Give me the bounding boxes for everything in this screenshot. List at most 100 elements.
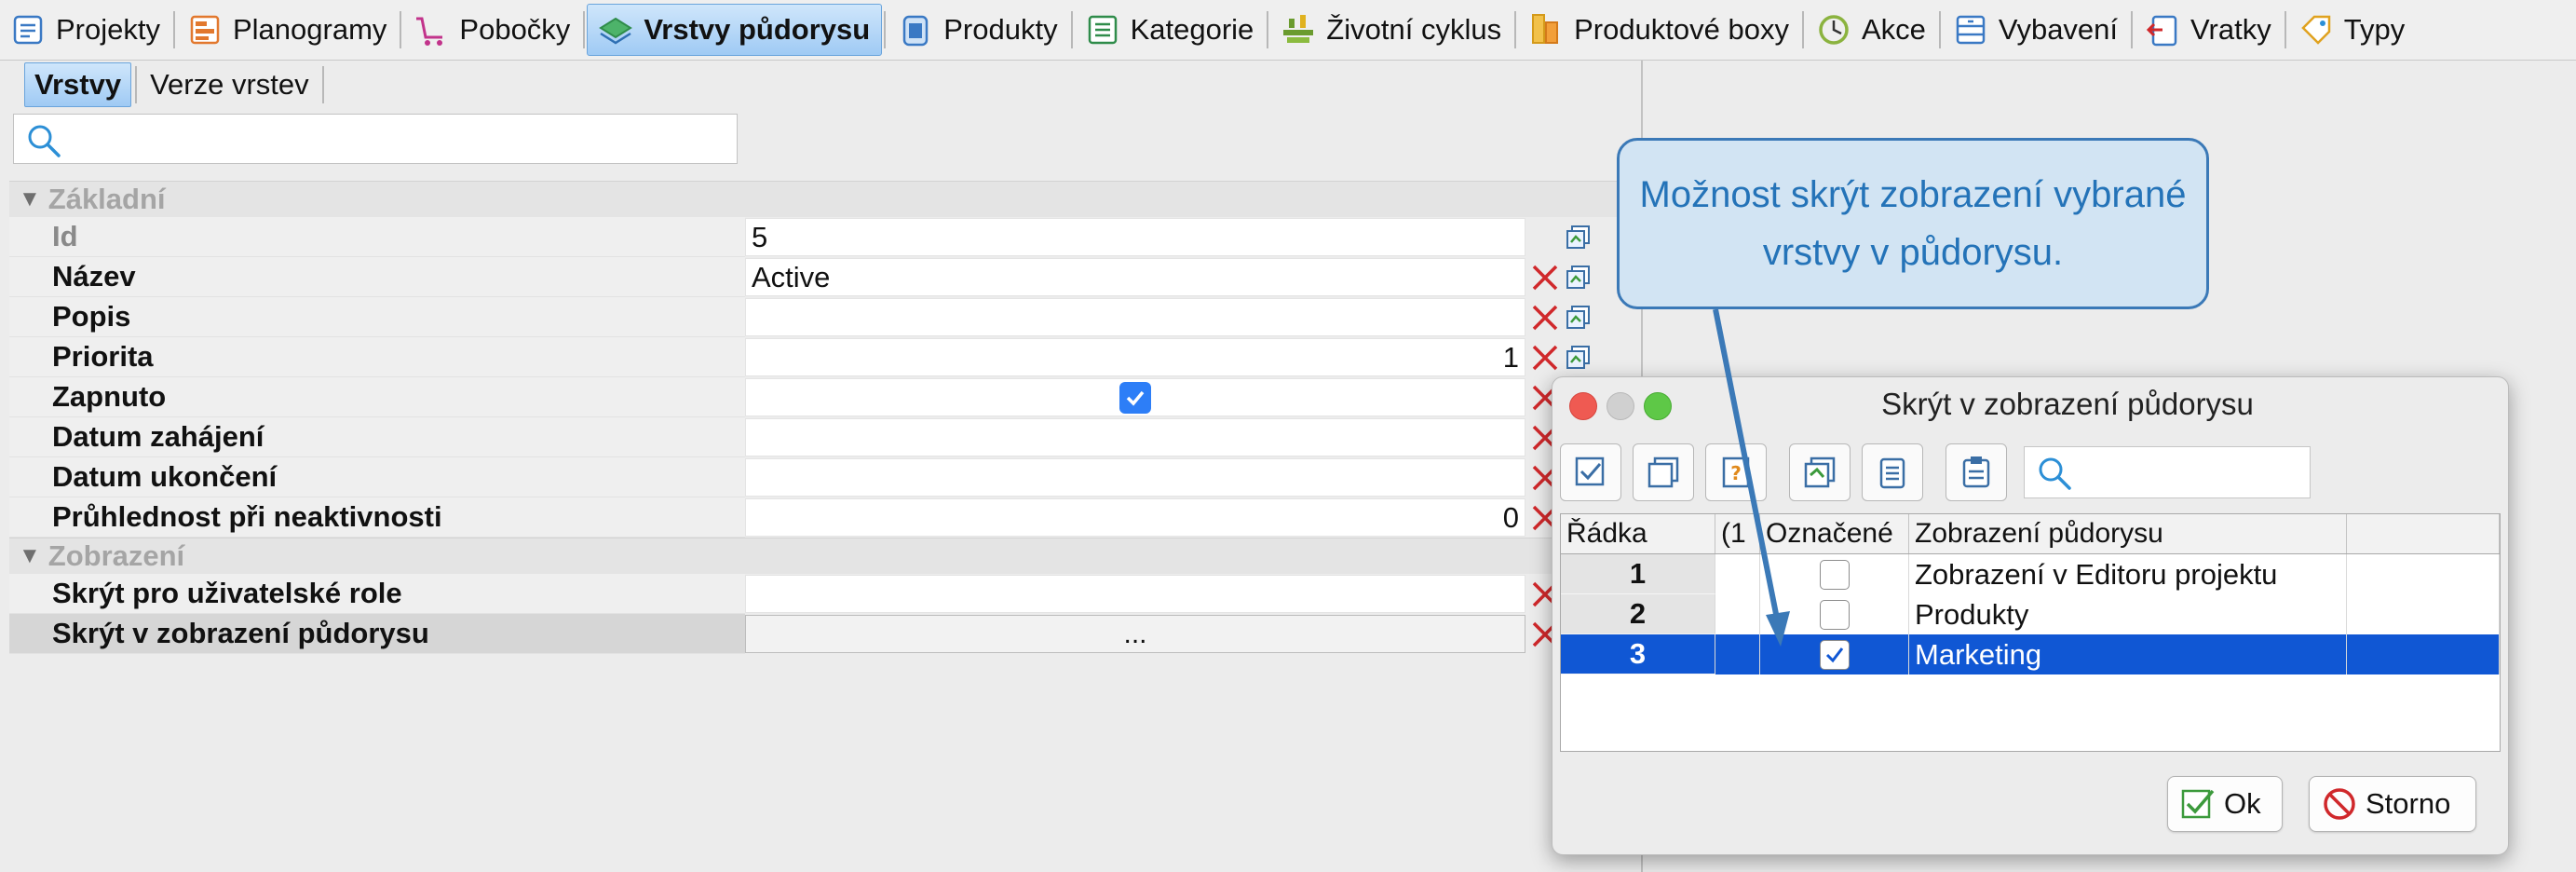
maximize-window-icon[interactable] [1644,392,1672,420]
tab-label: Typy [2343,13,2406,46]
question-box-icon: ? [1722,456,1750,488]
property-row: Popis [9,297,1643,337]
copy-button[interactable] [1789,443,1851,501]
row-cell-empty [2347,634,2500,674]
tab-label: Projekty [56,13,160,46]
copy-value-icon[interactable] [1565,344,1593,372]
row-marked-cell [1760,554,1909,594]
ok-button[interactable]: Ok [2167,776,2283,832]
tab-11[interactable]: Typy [2288,4,2416,56]
row-checkbox[interactable] [1819,559,1850,590]
property-value[interactable]: 1 [745,338,1525,376]
property-value[interactable] [745,418,1525,456]
property-label: Popis [9,297,745,337]
row-checkbox[interactable] [1819,639,1850,670]
delete-x-icon[interactable] [1529,302,1561,334]
copy-value-icon[interactable] [1565,304,1593,332]
tab-10[interactable]: Vratky [2135,4,2283,56]
tab-4[interactable]: Produkty [888,4,1068,56]
delete-x-icon[interactable] [1529,262,1561,293]
action-icon [1819,15,1849,45]
row-marked-cell [1760,634,1909,674]
invert-selection-button[interactable]: ? [1705,443,1767,501]
tab-6[interactable]: Životní cyklus [1270,4,1512,56]
table-row[interactable]: 1 Zobrazení v Editoru projektu [1561,554,2500,594]
tab-1[interactable]: Planogramy [177,4,398,56]
tab-3[interactable]: Vrstvy půdorysu [587,4,883,56]
tab-0[interactable]: Projekty [0,4,171,56]
property-value[interactable] [745,378,1525,416]
col-extra[interactable] [2347,514,2500,553]
group-basic[interactable]: ▼ Základní [9,181,1643,217]
tab-2[interactable]: Pobočky [403,4,581,56]
row-checkbox[interactable] [1819,599,1850,630]
row-number: 2 [1561,594,1715,634]
tab-7[interactable]: Produktové boxy [1518,4,1800,56]
property-label: Datum ukončení [9,457,745,497]
deselect-all-button[interactable] [1633,443,1694,501]
tab-8[interactable]: Akce [1806,4,1937,56]
tab-label: Vratky [2190,13,2271,46]
delete-x-icon[interactable] [1529,342,1561,374]
cancel-button[interactable]: Storno [2309,776,2476,832]
property-value[interactable] [745,575,1525,613]
dialog-search-input[interactable] [2024,446,2311,498]
group-display-label: Zobrazení [47,539,185,572]
tab-label: Životní cyklus [1326,13,1502,46]
clipboard-button[interactable] [1862,443,1923,501]
property-value[interactable]: 0 [745,498,1525,537]
close-window-icon[interactable] [1569,392,1597,420]
col-marked[interactable]: Označené [1760,514,1909,553]
paste-button[interactable] [1946,443,2007,501]
tab-separator [1514,11,1517,48]
subtab-1[interactable]: Verze vrstev [141,63,319,106]
tab-separator [2284,11,2286,48]
hide-in-floorplan-dialog: Skrýt v zobrazení půdorysu ? Řádka (1 Oz… [1552,376,2509,855]
row-marked-cell [1760,594,1909,634]
equipment-icon [1956,15,1986,45]
tab-label: Vrstvy půdorysu [644,13,871,46]
group-display[interactable]: ▼ Zobrazení [9,538,1643,574]
table-row[interactable]: 3 Marketing [1561,634,2500,674]
copy-value-icon[interactable] [1565,224,1593,252]
subtab-separator [135,66,138,103]
table-row[interactable]: 2 Produkty [1561,594,2500,634]
property-value[interactable]: Active [745,258,1525,296]
property-value[interactable] [745,458,1525,497]
cancel-label: Storno [2366,787,2451,820]
search-icon [2039,457,2071,490]
open-editor-button[interactable]: ... [745,615,1525,653]
property-actions [1525,257,1622,297]
tab-label: Pobočky [459,13,571,46]
checkmark-icon [1825,647,1843,662]
col-num[interactable]: (1 [1715,514,1760,553]
enabled-checkbox[interactable] [1119,381,1151,414]
col-view[interactable]: Zobrazení půdorysu [1909,514,2347,553]
row-number: 1 [1561,554,1715,594]
tab-5[interactable]: Kategorie [1075,4,1266,56]
col-row[interactable]: Řádka [1561,514,1715,553]
tab-9[interactable]: Vybavení [1943,4,2129,56]
search-input[interactable] [13,114,738,164]
property-row: Skrýt pro uživatelské role [9,574,1643,614]
row-view-name: Zobrazení v Editoru projektu [1909,554,2347,594]
floorplan-views-table: Řádka (1 Označené Zobrazení půdorysu 1 Zo… [1560,513,2501,752]
clipboard-icon [1879,457,1905,489]
subtab-0[interactable]: Vrstvy [24,62,132,107]
search-icon [28,125,61,157]
collapse-triangle-icon[interactable]: ▼ [19,186,41,212]
copy-value-icon[interactable] [1565,264,1593,292]
row-cell-empty [2347,594,2500,634]
tag-icon [2300,15,2330,45]
minimize-window-icon[interactable] [1607,392,1634,420]
property-label: Zapnuto [9,377,745,417]
tab-separator [2131,11,2134,48]
select-all-button[interactable] [1560,443,1621,501]
projects-icon [13,15,43,45]
tab-label: Planogramy [232,13,387,46]
tab-separator [1802,11,1804,48]
property-value[interactable]: 5 [745,218,1525,256]
property-value[interactable] [745,298,1525,336]
collapse-triangle-icon[interactable]: ▼ [19,543,41,569]
dialog-title: Skrýt v zobrazení půdorysu [1881,387,2254,421]
